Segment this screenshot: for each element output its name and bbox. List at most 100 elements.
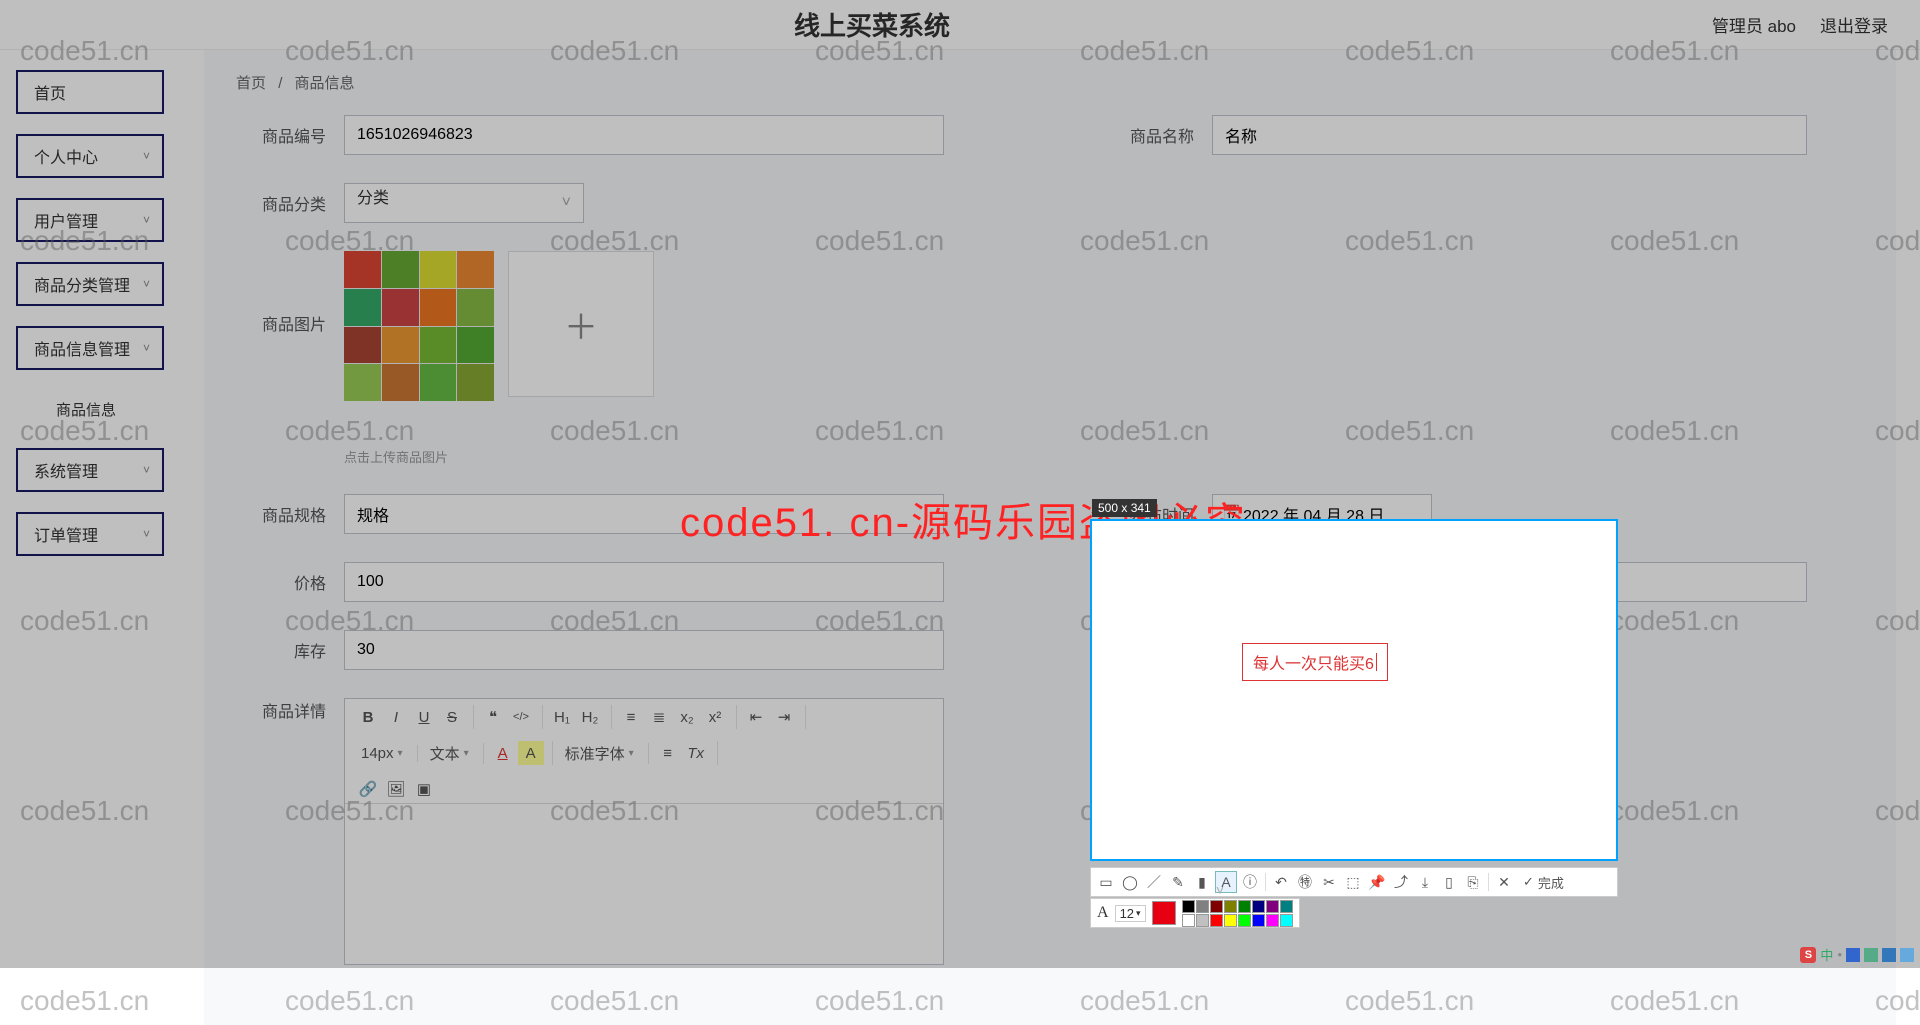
- annotation-text-box[interactable]: 每人一次只能买6: [1242, 643, 1388, 681]
- editor-ul-icon[interactable]: ≣: [646, 705, 672, 729]
- tool-pin-icon[interactable]: 📌: [1366, 871, 1388, 893]
- breadcrumb-current: 商品信息: [295, 75, 355, 92]
- ime-keyboard-icon[interactable]: [1846, 948, 1860, 962]
- screenshot-toolbar: ▭ ◯ ／ ✎ ▮ A ⓘ ↶ ㊕ ✂ ⬚ 📌 ⤴ ⤓ ▯ ⎘ ✕ ✓ 完成: [1090, 867, 1618, 897]
- palette-swatch[interactable]: [1266, 900, 1279, 913]
- app-title: 线上买菜系统: [32, 6, 1712, 43]
- sidebar-item-system[interactable]: 系统管理: [16, 448, 164, 492]
- editor-indent-icon[interactable]: ⇥: [771, 705, 797, 729]
- editor-video-icon[interactable]: ▣: [411, 777, 437, 801]
- editor-italic-icon[interactable]: I: [383, 705, 409, 729]
- product-name-input[interactable]: [1212, 115, 1807, 155]
- editor-sup-icon[interactable]: x²: [702, 705, 728, 729]
- breadcrumb-sep: /: [278, 75, 282, 92]
- editor-image-icon[interactable]: 🖼: [383, 777, 409, 801]
- tool-pencil-icon[interactable]: ✎: [1167, 871, 1189, 893]
- editor-bgcolor-icon[interactable]: A: [518, 741, 544, 765]
- palette-swatch[interactable]: [1280, 914, 1293, 927]
- tool-ocr-icon[interactable]: ㊕: [1294, 871, 1316, 893]
- editor-color-icon[interactable]: A: [490, 741, 516, 765]
- sidebar-item-orders[interactable]: 订单管理: [16, 512, 164, 556]
- rich-editor[interactable]: B I U S ❝ </> H₁: [344, 698, 944, 965]
- tool-info-icon[interactable]: ⓘ: [1239, 871, 1261, 893]
- editor-fontsize-select[interactable]: 14px▾: [355, 745, 409, 762]
- palette-swatch[interactable]: [1224, 900, 1237, 913]
- editor-code-icon[interactable]: </>: [508, 705, 534, 729]
- palette-swatch[interactable]: [1182, 900, 1195, 913]
- tool-counter-icon[interactable]: ⬚: [1342, 871, 1364, 893]
- palette-fontsize-select[interactable]: 12 ▾: [1115, 905, 1146, 922]
- sidebar-item-home[interactable]: 首页: [16, 70, 164, 114]
- ime-logo-icon: S: [1800, 947, 1816, 963]
- palette-swatch[interactable]: [1210, 914, 1223, 927]
- tool-share-icon[interactable]: ⤴: [1390, 871, 1412, 893]
- admin-label[interactable]: 管理员 abo: [1712, 12, 1796, 37]
- image-hint: 点击上传商品图片: [344, 447, 654, 466]
- tool-download-icon[interactable]: ⤓: [1414, 871, 1436, 893]
- image-label: 商品图片: [236, 311, 326, 335]
- tool-text-icon[interactable]: A: [1215, 871, 1237, 893]
- tool-ellipse-icon[interactable]: ◯: [1119, 871, 1141, 893]
- product-code-input[interactable]: [344, 115, 944, 155]
- editor-h1-icon[interactable]: H₁: [549, 705, 575, 729]
- palette-swatch[interactable]: [1266, 914, 1279, 927]
- ime-indicator[interactable]: S 中 •: [1800, 945, 1914, 964]
- palette-swatch[interactable]: [1252, 914, 1265, 927]
- editor-h2-icon[interactable]: H₂: [577, 705, 603, 729]
- palette-color-grid[interactable]: [1182, 900, 1293, 927]
- sidebar-item-users[interactable]: 用户管理: [16, 198, 164, 242]
- logout-link[interactable]: 退出登录: [1820, 12, 1888, 37]
- price-input[interactable]: [344, 562, 944, 602]
- palette-swatch[interactable]: [1238, 914, 1251, 927]
- stock-input[interactable]: [344, 630, 944, 670]
- sidebar-item-product-mgmt[interactable]: 商品信息管理: [16, 326, 164, 370]
- detail-label: 商品详情: [236, 698, 326, 722]
- sidebar-item-profile[interactable]: 个人中心: [16, 134, 164, 178]
- palette-swatch[interactable]: [1196, 914, 1209, 927]
- tool-line-icon[interactable]: ／: [1143, 871, 1165, 893]
- editor-strike-icon[interactable]: S: [439, 705, 465, 729]
- palette-current-color[interactable]: [1152, 901, 1176, 925]
- editor-quote-icon[interactable]: ❝: [480, 705, 506, 729]
- screenshot-palette: A 12 ▾: [1090, 898, 1300, 928]
- tool-translate-icon[interactable]: ✂: [1318, 871, 1340, 893]
- editor-clear-icon[interactable]: Tx: [683, 741, 709, 765]
- editor-font-select[interactable]: 标准字体▾: [559, 743, 640, 764]
- ime-settings-icon[interactable]: [1900, 948, 1914, 962]
- product-name-label: 商品名称: [1104, 123, 1194, 147]
- editor-align-icon[interactable]: ≡: [655, 741, 681, 765]
- sidebar-item-product-info[interactable]: 商品信息: [16, 390, 164, 428]
- palette-swatch[interactable]: [1280, 900, 1293, 913]
- editor-underline-icon[interactable]: U: [411, 705, 437, 729]
- palette-swatch[interactable]: [1196, 900, 1209, 913]
- tool-copy-icon[interactable]: ⎘: [1462, 871, 1484, 893]
- category-select[interactable]: 分类: [344, 183, 584, 223]
- editor-outdent-icon[interactable]: ⇤: [743, 705, 769, 729]
- tool-marker-icon[interactable]: ▮: [1191, 871, 1213, 893]
- breadcrumb-home[interactable]: 首页: [236, 75, 266, 92]
- editor-link-icon[interactable]: 🔗: [355, 777, 381, 801]
- ime-face-icon[interactable]: [1864, 948, 1878, 962]
- palette-swatch[interactable]: [1224, 914, 1237, 927]
- tool-phone-icon[interactable]: ▯: [1438, 871, 1460, 893]
- screenshot-selection[interactable]: 500 x 341 每人一次只能买6: [1090, 519, 1618, 861]
- tool-rect-icon[interactable]: ▭: [1095, 871, 1117, 893]
- editor-ol-icon[interactable]: ≡: [618, 705, 644, 729]
- product-image-thumb[interactable]: [344, 251, 494, 401]
- editor-body[interactable]: [345, 804, 943, 964]
- tool-undo-icon[interactable]: ↶: [1270, 871, 1292, 893]
- palette-swatch[interactable]: [1210, 900, 1223, 913]
- tool-done-button[interactable]: ✓ 完成: [1517, 873, 1570, 892]
- palette-swatch[interactable]: [1252, 900, 1265, 913]
- sidebar-item-category[interactable]: 商品分类管理: [16, 262, 164, 306]
- ime-tool-icon[interactable]: [1882, 948, 1896, 962]
- tool-close-icon[interactable]: ✕: [1493, 871, 1515, 893]
- editor-lang-select[interactable]: 文本▾: [424, 743, 475, 764]
- image-add-button[interactable]: ＋: [508, 251, 654, 397]
- editor-bold-icon[interactable]: B: [355, 705, 381, 729]
- spec-label: 商品规格: [236, 502, 326, 526]
- palette-swatch[interactable]: [1182, 914, 1195, 927]
- selection-size-label: 500 x 341: [1092, 499, 1157, 517]
- palette-swatch[interactable]: [1238, 900, 1251, 913]
- editor-sub-icon[interactable]: x₂: [674, 705, 700, 729]
